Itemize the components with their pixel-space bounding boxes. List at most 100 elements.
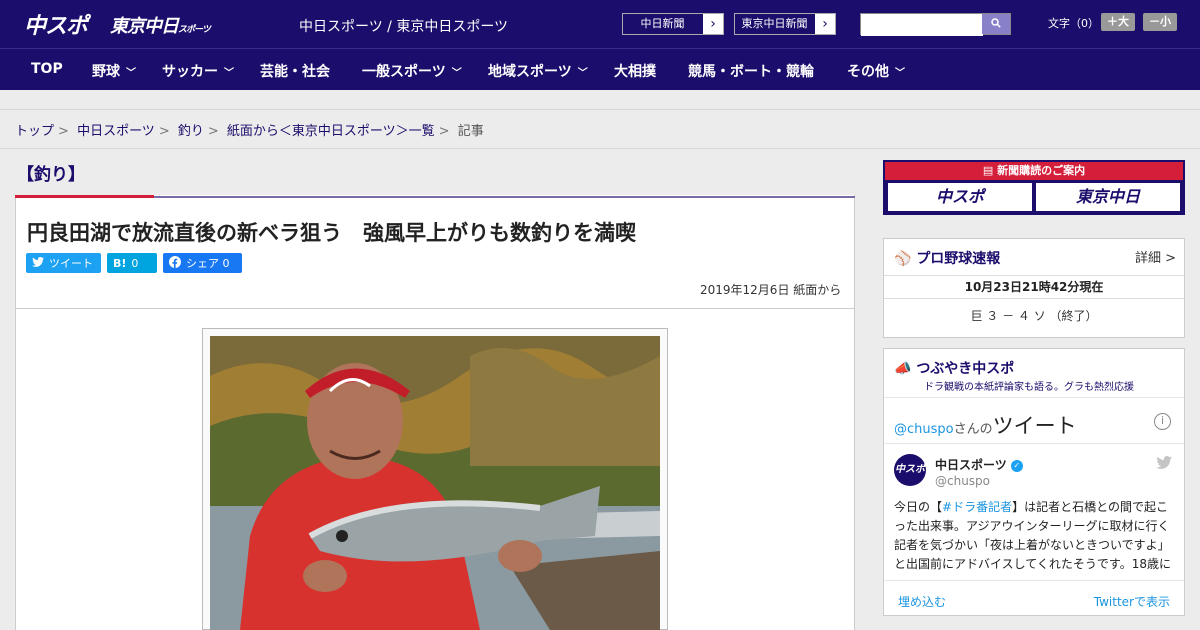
chevron-down-icon: ﹀ <box>126 68 136 79</box>
tweet-share-label: ツイート <box>49 257 93 270</box>
sub-band <box>0 90 1200 110</box>
article-date: 2019年12月6日 紙面から <box>700 283 842 297</box>
breadcrumb-separator: > <box>58 124 69 139</box>
article-headline: 円良田湖で放流直後の新ベラ狙う 強風早上がりも数釣りを満喫 <box>27 221 636 245</box>
breadcrumb-chunichi-sports[interactable]: 中日スポーツ <box>77 124 155 139</box>
nav-item-soccer[interactable]: サッカー ﹀ <box>162 61 234 81</box>
chevron-down-icon: ﹀ <box>224 68 234 79</box>
hatena-count: 0 <box>131 256 139 270</box>
subscription-banner[interactable]: ▤ 新聞購読のご案内 中スポ 東京中日 <box>883 160 1185 215</box>
baseball-scores-widget: ⚾ プロ野球速報 詳細 > 10月23日21時42分現在 巨 ３ － ４ ソ （… <box>883 238 1185 338</box>
info-icon[interactable]: i <box>1154 413 1171 430</box>
top-bar: 中スポ 東京中日スポーツ 中日スポーツ / 東京中日スポーツ 中日新聞 › 東京… <box>0 0 1200 48</box>
twitter-timeline: @chuspoさんのツイート i 中スポ 中日スポーツ ✓ @chuspo 今日の… <box>884 397 1184 617</box>
twitter-widget: 📣 つぶやき中スポ ドラ観戦の本紙評論家も語る。グラも熱烈応援 @chuspoさ… <box>883 348 1185 616</box>
nav-item-label: サッカー <box>162 64 218 80</box>
tokyo-chunichi-newspaper-link[interactable]: 東京中日新聞 › <box>734 13 836 35</box>
view-on-twitter-link[interactable]: Twitterで表示 <box>1094 593 1170 610</box>
facebook-share-label: シェア 0 <box>186 257 230 270</box>
facebook-share-button[interactable]: シェア 0 <box>163 253 242 273</box>
article-accent-purple <box>154 196 855 198</box>
font-larger-button[interactable]: ＋大 <box>1101 13 1135 31</box>
main-nav: TOP 野球 ﹀ サッカー ﹀ 芸能・社会 一般スポーツ ﹀ 地域スポーツ ﹀ 大相撲 … <box>0 48 1200 90</box>
facebook-icon <box>169 255 181 271</box>
twitter-widget-title-text: つぶやき中スポ <box>916 361 1015 377</box>
nav-item-general-sports[interactable]: 一般スポーツ ﹀ <box>362 61 462 81</box>
baseball-widget-title: ⚾ プロ野球速報 <box>894 248 1000 268</box>
breadcrumb-current: 記事 <box>457 124 484 139</box>
nav-item-label: その他 <box>847 64 889 80</box>
nav-item-label: 一般スポーツ <box>362 64 446 80</box>
article-accent-red <box>15 195 154 198</box>
chevron-down-icon: ﹀ <box>577 68 588 79</box>
timeline-divider <box>884 443 1184 444</box>
nav-item-label: TOP <box>31 61 63 77</box>
breadcrumb-top[interactable]: トップ <box>15 124 54 139</box>
tweet-account-name[interactable]: 中日スポーツ ✓ <box>935 456 1023 473</box>
timeline-suffix: さんの <box>953 422 993 437</box>
tweet-body: 今日の【#ドラ番記者】は記者と石橋との間で起こった出来事。アジアウインターリーグ… <box>894 498 1176 570</box>
nav-item-other[interactable]: その他 ﹀ <box>847 61 905 81</box>
twitter-widget-subtitle[interactable]: ドラ観戦の本紙評論家も語る。グラも熱烈応援 <box>924 378 1134 393</box>
avatar[interactable]: 中スポ <box>894 454 926 486</box>
subscribe-chuspo-button[interactable]: 中スポ <box>888 183 1032 211</box>
timeline-header: @chuspoさんのツイート <box>894 410 1077 440</box>
search-input[interactable] <box>861 16 983 36</box>
nav-item-label: 競馬・ボート・競輪 <box>688 64 814 80</box>
megaphone-icon: 📣 <box>894 361 917 377</box>
section-title: 【釣り】 <box>17 165 85 185</box>
twitter-widget-title: 📣 つぶやき中スポ <box>894 358 1014 378</box>
baseball-details-link[interactable]: 詳細 > <box>1135 247 1176 266</box>
hatena-bookmark-icon: B! <box>113 256 127 270</box>
subscription-title-text: 新聞購読のご案内 <box>997 164 1086 177</box>
baseball-timestamp: 10月23日21時42分現在 <box>884 275 1184 299</box>
chevron-right-icon: › <box>822 16 828 32</box>
tokyo-chunichi-newspaper-label: 東京中日新聞 <box>735 14 815 34</box>
breadcrumb-divider <box>0 148 1200 149</box>
verified-icon: ✓ <box>1010 459 1023 472</box>
tweet-prefix: 今日の【 <box>894 500 943 514</box>
hatena-bookmark-button[interactable]: B! 0 <box>107 253 157 273</box>
timeline-footer: 埋め込む Twitterで表示 <box>884 580 1184 618</box>
baseball-title-text: プロ野球速報 <box>916 251 1001 267</box>
tweet-share-button[interactable]: ツイート <box>26 253 101 273</box>
nav-item-top[interactable]: TOP <box>31 61 63 77</box>
chunichi-newspaper-label: 中日新聞 <box>623 14 703 34</box>
nav-item-local-sports[interactable]: 地域スポーツ ﹀ <box>488 61 588 81</box>
tweet-account-name-text: 中日スポーツ <box>935 458 1007 472</box>
site-title[interactable]: 中日スポーツ / 東京中日スポーツ <box>299 16 508 36</box>
breadcrumb-separator: > <box>158 124 170 139</box>
twitter-icon <box>32 256 44 270</box>
tweet-account-handle[interactable]: @chuspo <box>935 474 990 488</box>
breadcrumb-separator: > <box>438 124 450 139</box>
chunichi-newspaper-link[interactable]: 中日新聞 › <box>622 13 724 35</box>
breadcrumb-list[interactable]: 紙面から＜東京中日スポーツ＞一覧 <box>227 124 435 139</box>
embed-link[interactable]: 埋め込む <box>898 593 946 610</box>
subscribe-tokyo-chunichi-button[interactable]: 東京中日 <box>1036 183 1180 211</box>
timeline-label: ツイート <box>992 414 1077 438</box>
search-icon <box>991 18 1001 28</box>
nav-item-baseball[interactable]: 野球 ﹀ <box>92 61 136 81</box>
subscription-title: ▤ 新聞購読のご案内 <box>885 162 1183 180</box>
nav-item-label: 大相撲 <box>614 64 656 80</box>
breadcrumb-fishing[interactable]: 釣り <box>178 124 204 139</box>
search-button[interactable] <box>982 14 1010 34</box>
tokyo-chunichi-logo-text: 東京中日 <box>110 16 179 37</box>
breadcrumb-separator: > <box>207 124 219 139</box>
nav-item-racing[interactable]: 競馬・ボート・競輪 <box>688 61 814 81</box>
nav-item-sumo[interactable]: 大相撲 <box>614 61 656 81</box>
tokyo-chunichi-logo[interactable]: 東京中日スポーツ <box>110 12 211 38</box>
nav-item-label: 芸能・社会 <box>260 64 330 80</box>
baseball-icon: ⚾ <box>894 251 917 267</box>
tweet-hashtag[interactable]: #ドラ番記者 <box>942 500 1012 514</box>
nav-item-label: 地域スポーツ <box>488 64 572 80</box>
article-photo[interactable] <box>210 336 660 630</box>
nav-item-entertainment[interactable]: 芸能・社会 <box>260 61 330 81</box>
timeline-handle[interactable]: @chuspo <box>894 422 954 437</box>
font-smaller-button[interactable]: －小 <box>1143 13 1177 31</box>
chuspo-logo[interactable]: 中スポ <box>24 8 88 40</box>
font-size-label: 文字（0） <box>1048 17 1099 30</box>
twitter-bird-icon[interactable] <box>1156 456 1172 473</box>
search-box <box>860 13 1011 36</box>
baseball-score[interactable]: 巨 ３ － ４ ソ （終了） <box>884 307 1184 324</box>
